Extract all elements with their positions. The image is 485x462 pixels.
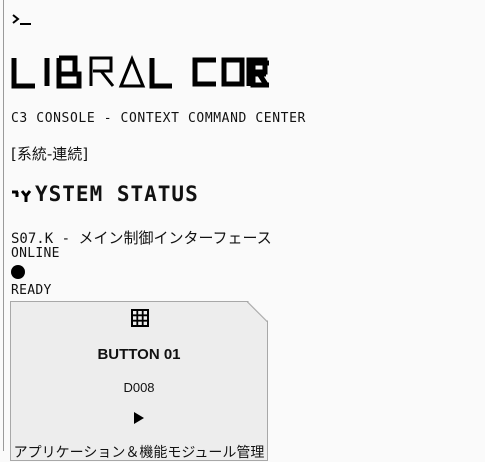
interface-code: S07.K - [11, 231, 79, 247]
button-01-card[interactable]: BUTTON 01 D008 アプリケーション＆機能モジュール管理 [10, 301, 268, 461]
terminal-prompt-icon [12, 14, 31, 25]
system-status-title: YSTEM STATUS [35, 182, 199, 206]
card-description: アプリケーション＆機能モジュール管理 [13, 445, 265, 461]
status-dot-icon [11, 265, 25, 279]
system-status-heading: YSTEM STATUS [11, 181, 199, 207]
left-border-rule [3, 0, 4, 451]
online-status: ONLINE [11, 246, 60, 261]
play-icon[interactable] [133, 411, 145, 425]
brand-logo-e [250, 60, 269, 88]
card-title: BUTTON 01 [97, 346, 181, 363]
status-glyph-icon [12, 190, 32, 202]
interface-name: メイン制御インターフェース [78, 229, 272, 247]
interface-line: S07.K - メイン制御インターフェース [11, 227, 272, 248]
card-corner-cut [247, 301, 268, 322]
ready-status: READY [11, 283, 52, 298]
grid-icon [130, 308, 150, 328]
console-subtitle: C3 CONSOLE - CONTEXT COMMAND CENTER [11, 111, 306, 126]
system-tag: [系統-連続] [11, 145, 89, 163]
brand-logo [11, 55, 270, 89]
card-code: D008 [123, 380, 155, 395]
